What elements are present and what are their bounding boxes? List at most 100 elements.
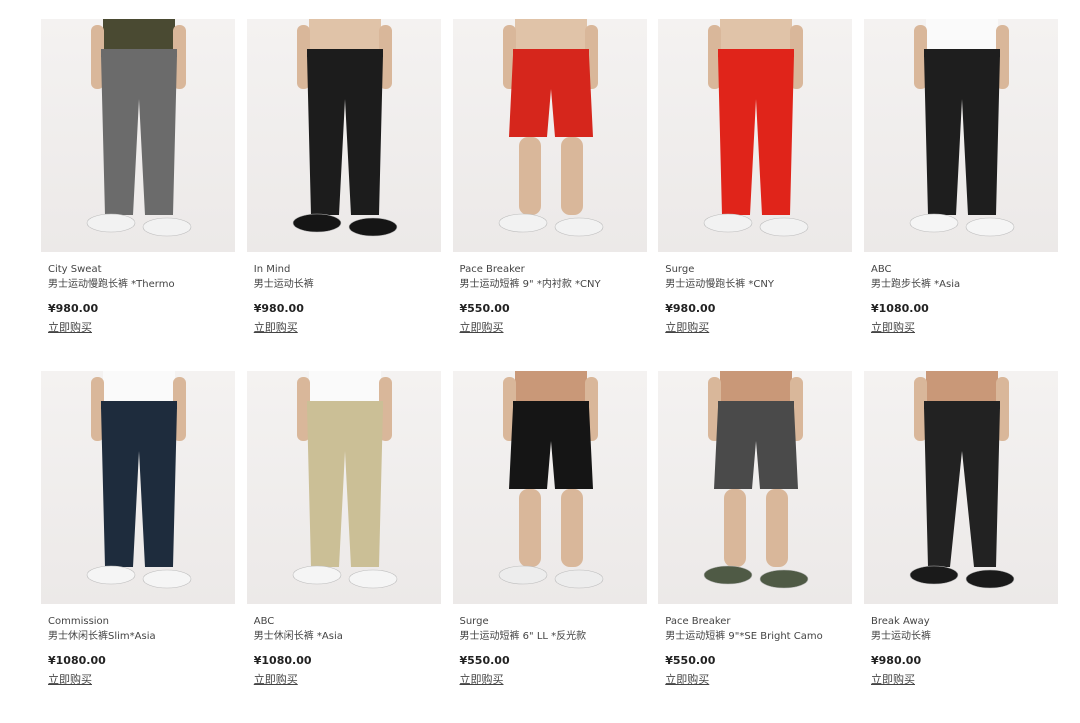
product-description[interactable]: 男士休闲长裤Slim*Asia (48, 630, 235, 643)
product-name[interactable]: City Sweat (48, 263, 235, 276)
left-shoe (498, 565, 547, 585)
model-figure (703, 371, 809, 589)
product-description[interactable]: 男士运动长裤 (871, 630, 1058, 643)
left-shoe (292, 213, 342, 233)
product-card[interactable]: Pace Breaker 男士运动短裤 9" *内衬款 *CNY ¥550.00… (452, 19, 647, 371)
model-figure (292, 19, 398, 237)
product-description[interactable]: 男士运动短裤 9"*SE Bright Camo (665, 630, 852, 643)
top-garment (926, 371, 998, 405)
product-image[interactable] (864, 19, 1058, 252)
buy-now-link[interactable]: 立即购买 (48, 673, 92, 687)
buy-now-link[interactable]: 立即购买 (460, 321, 504, 335)
right-shoe (965, 569, 1015, 589)
product-description[interactable]: 男士运动短裤 9" *内衬款 *CNY (460, 278, 647, 291)
product-card[interactable]: Surge 男士运动短裤 6" LL *反光款 ¥550.00 立即购买 (452, 371, 647, 723)
top-garment (720, 19, 793, 53)
product-name[interactable]: In Mind (254, 263, 441, 276)
top-garment (308, 371, 381, 405)
model-figure (292, 371, 398, 589)
buy-now-link[interactable]: 立即购买 (254, 673, 298, 687)
buy-now-link[interactable]: 立即购买 (48, 321, 92, 335)
pants (101, 407, 177, 567)
top-garment (103, 19, 175, 53)
top-garment (514, 371, 587, 405)
product-card[interactable]: In Mind 男士运动长裤 ¥980.00 立即购买 (246, 19, 441, 371)
product-price: ¥980.00 (48, 302, 99, 315)
product-description[interactable]: 男士运动慢跑长裤 *Thermo (48, 278, 235, 291)
pants (306, 407, 383, 567)
product-name[interactable]: ABC (254, 615, 441, 628)
product-card[interactable]: ABC 男士休闲长裤 *Asia ¥1080.00 立即购买 (246, 371, 441, 723)
pants (924, 407, 1000, 567)
left-leg (518, 137, 541, 215)
product-image[interactable] (246, 371, 441, 604)
left-shoe (86, 565, 136, 585)
model-figure (86, 371, 192, 589)
top-garment (103, 371, 175, 405)
product-description[interactable]: 男士运动长裤 (254, 278, 441, 291)
product-name[interactable]: Surge (665, 263, 852, 276)
model-figure (909, 19, 1015, 237)
model-figure (86, 19, 192, 237)
left-leg (518, 489, 541, 567)
product-price: ¥1080.00 (871, 302, 929, 315)
product-card[interactable]: Pace Breaker 男士运动短裤 9"*SE Bright Camo ¥5… (658, 371, 853, 723)
product-name[interactable]: Pace Breaker (460, 263, 647, 276)
product-description[interactable]: 男士运动短裤 6" LL *反光款 (460, 630, 647, 643)
product-card[interactable]: City Sweat 男士运动慢跑长裤 *Thermo ¥980.00 立即购买 (41, 19, 235, 371)
product-image[interactable] (41, 371, 235, 604)
right-shoe (554, 569, 603, 589)
product-image[interactable] (864, 371, 1058, 604)
product-image[interactable] (658, 19, 853, 252)
product-description[interactable]: 男士跑步长裤 *Asia (871, 278, 1058, 291)
product-name[interactable]: Surge (460, 615, 647, 628)
left-shoe (498, 213, 547, 233)
buy-now-link[interactable]: 立即购买 (665, 673, 709, 687)
product-name[interactable]: Pace Breaker (665, 615, 852, 628)
shorts (508, 407, 593, 489)
top-garment (720, 371, 793, 405)
product-image[interactable] (41, 19, 235, 252)
product-image[interactable] (658, 371, 853, 604)
product-description[interactable]: 男士休闲长裤 *Asia (254, 630, 441, 643)
buy-now-link[interactable]: 立即购买 (254, 321, 298, 335)
buy-now-link[interactable]: 立即购买 (871, 673, 915, 687)
buy-now-link[interactable]: 立即购买 (665, 321, 709, 335)
buy-now-link[interactable]: 立即购买 (871, 321, 915, 335)
model-figure (498, 371, 603, 589)
product-price: ¥980.00 (665, 302, 716, 315)
product-price: ¥980.00 (871, 654, 922, 667)
product-price: ¥550.00 (665, 654, 716, 667)
product-image[interactable] (452, 19, 647, 252)
product-grid: City Sweat 男士运动慢跑长裤 *Thermo ¥980.00 立即购买… (41, 19, 1058, 723)
product-price: ¥550.00 (459, 302, 510, 315)
right-shoe (348, 217, 398, 237)
shorts (714, 407, 799, 489)
right-leg (560, 489, 583, 567)
right-leg (560, 137, 583, 215)
pants (924, 55, 1000, 215)
left-leg (724, 489, 747, 567)
left-shoe (703, 213, 753, 233)
product-name[interactable]: ABC (871, 263, 1058, 276)
product-name[interactable]: Commission (48, 615, 235, 628)
product-card[interactable]: Surge 男士运动慢跑长裤 *CNY ¥980.00 立即购买 (658, 19, 853, 371)
product-image[interactable] (452, 371, 647, 604)
product-card[interactable]: ABC 男士跑步长裤 *Asia ¥1080.00 立即购买 (864, 19, 1058, 371)
product-description[interactable]: 男士运动慢跑长裤 *CNY (665, 278, 852, 291)
product-price: ¥1080.00 (48, 654, 106, 667)
left-shoe (86, 213, 136, 233)
product-card[interactable]: Commission 男士休闲长裤Slim*Asia ¥1080.00 立即购买 (41, 371, 235, 723)
right-shoe (348, 569, 398, 589)
product-name[interactable]: Break Away (871, 615, 1058, 628)
model-figure (909, 371, 1015, 589)
product-price: ¥980.00 (253, 302, 304, 315)
product-card[interactable]: Break Away 男士运动长裤 ¥980.00 立即购买 (864, 371, 1058, 723)
right-leg (766, 489, 789, 567)
top-garment (926, 19, 998, 53)
buy-now-link[interactable]: 立即购买 (460, 673, 504, 687)
left-shoe (909, 565, 959, 585)
pants (101, 55, 177, 215)
top-garment (308, 19, 381, 53)
product-image[interactable] (246, 19, 441, 252)
